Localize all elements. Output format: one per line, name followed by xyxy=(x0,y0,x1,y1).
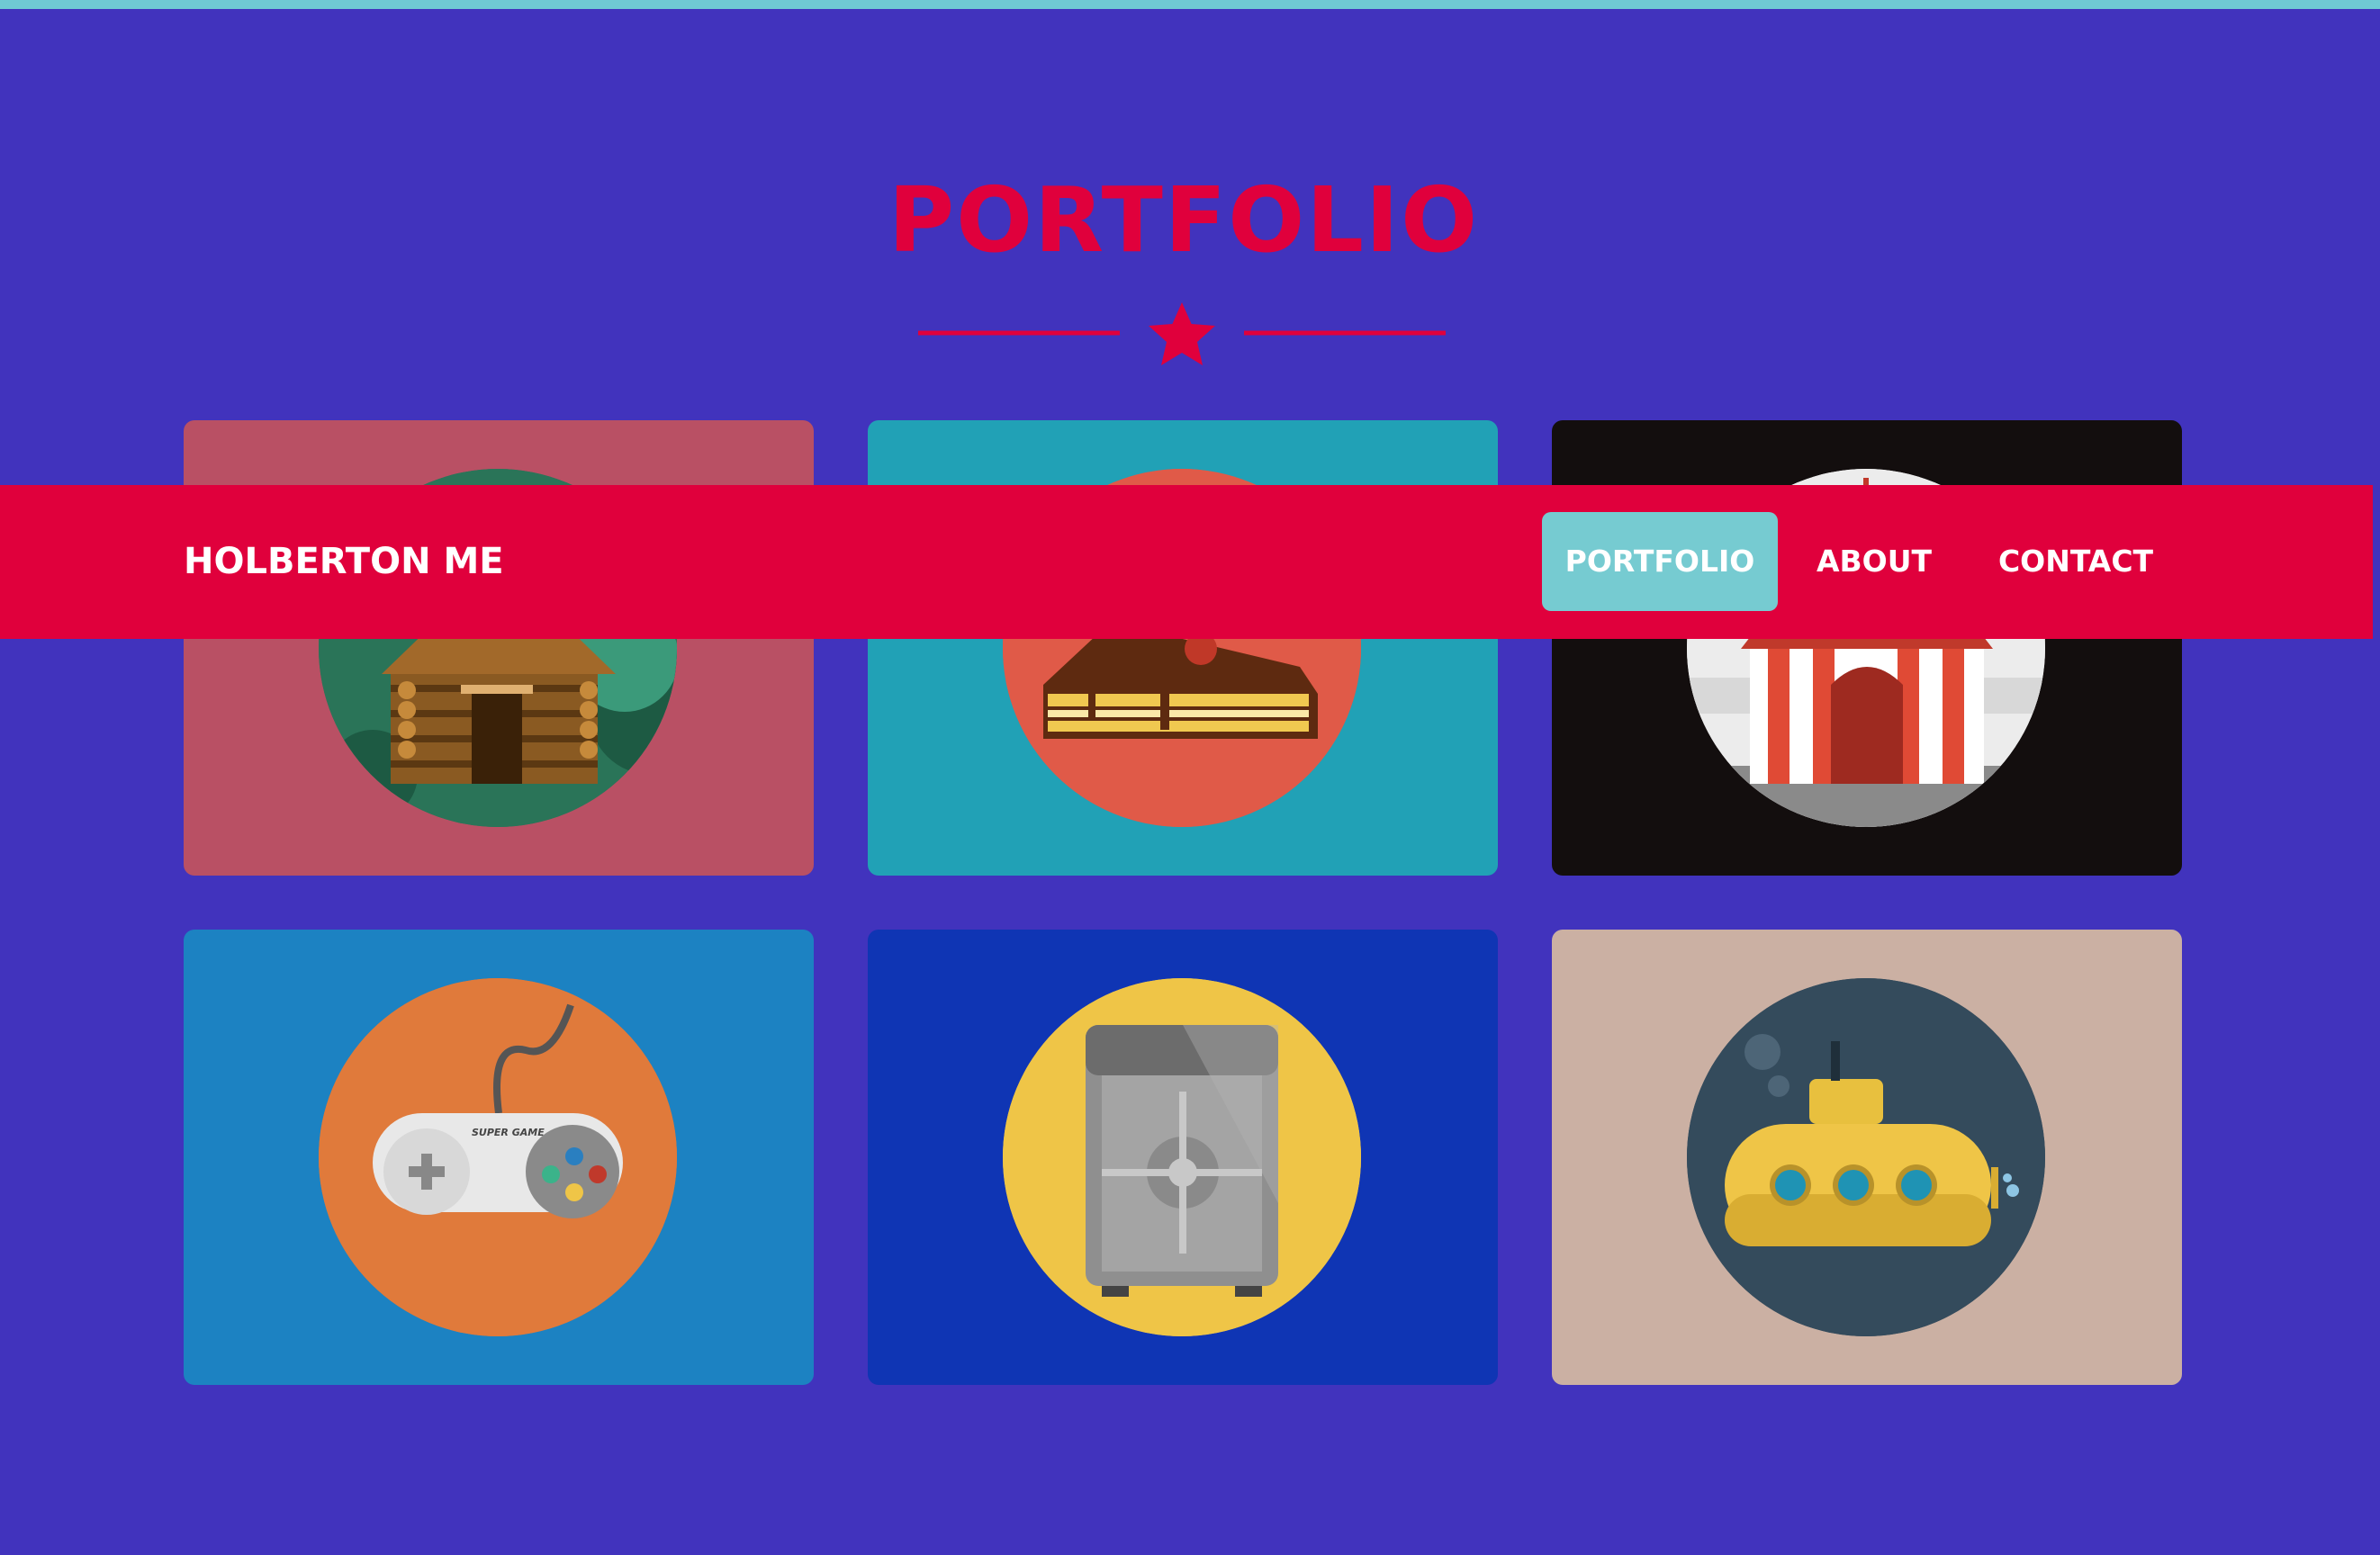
controller-label: SUPER GAME xyxy=(472,1127,545,1138)
top-accent-bar xyxy=(0,0,2380,9)
submarine-icon xyxy=(1687,978,2045,1336)
brand-logo[interactable]: HOLBERTON ME xyxy=(184,485,504,639)
submarine-disc xyxy=(1687,978,2045,1336)
title-divider xyxy=(918,302,1446,365)
nav-link-contact[interactable]: CONTACT xyxy=(1977,512,2175,611)
safe-icon xyxy=(1003,978,1361,1336)
game-controller-icon: SUPER GAME xyxy=(319,978,677,1336)
nav-link-portfolio[interactable]: PORTFOLIO xyxy=(1542,512,1778,611)
portfolio-item-controller[interactable]: SUPER GAME xyxy=(184,930,814,1385)
portfolio-item-safe[interactable] xyxy=(868,930,1498,1385)
controller-disc: SUPER GAME xyxy=(319,978,677,1336)
site-navbar: HOLBERTON ME PORTFOLIO ABOUT CONTACT xyxy=(0,485,2373,639)
star-icon xyxy=(1149,302,1215,365)
safe-disc xyxy=(1003,978,1361,1336)
portfolio-item-submarine[interactable] xyxy=(1552,930,2182,1385)
nav-link-about[interactable]: ABOUT xyxy=(1793,512,1955,611)
portfolio-title: PORTFOLIO xyxy=(888,167,1480,273)
